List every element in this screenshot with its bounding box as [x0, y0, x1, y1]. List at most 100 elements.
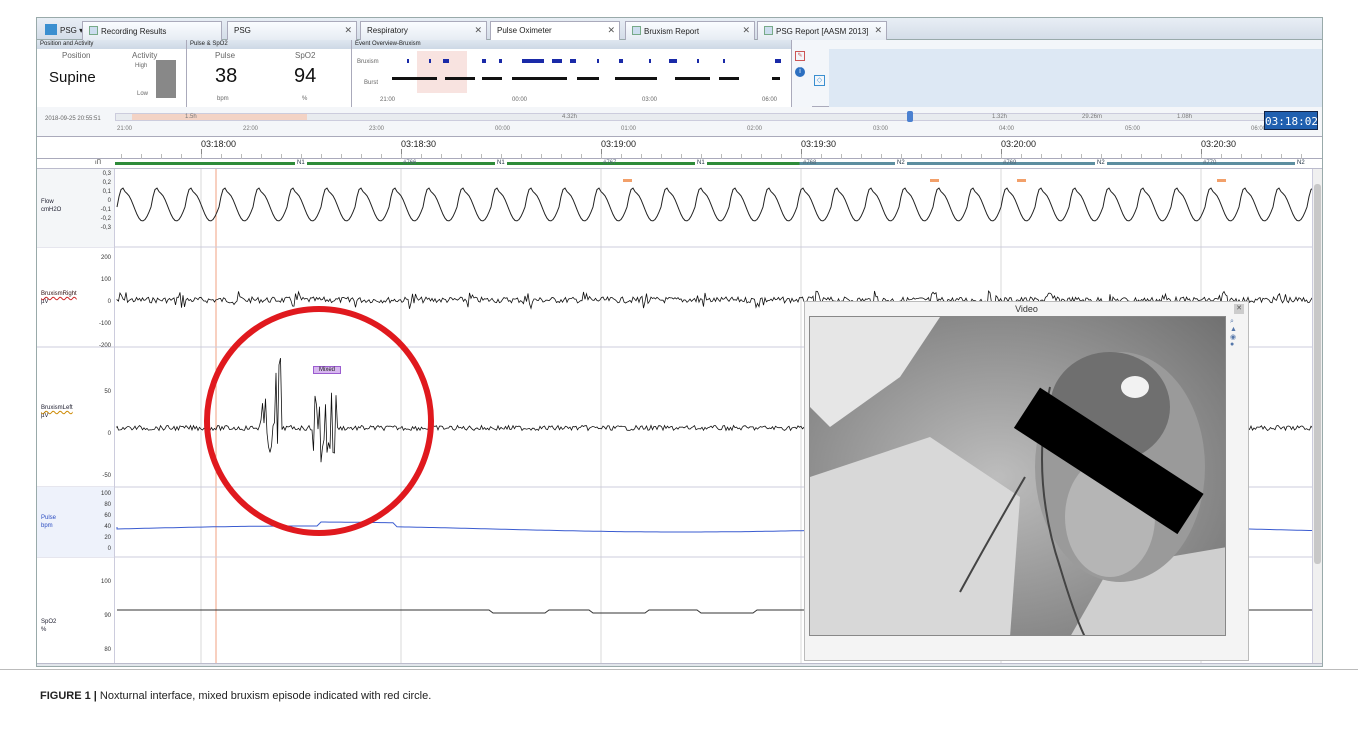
close-icon[interactable]: ✕	[344, 25, 352, 36]
figure-caption: FIGURE 1 | Noxturnal interface, mixed br…	[40, 690, 431, 702]
axis-tick: 0	[107, 431, 111, 437]
timeline-hour: 01:00	[621, 126, 637, 132]
pulse-value: 38	[215, 65, 238, 87]
epoch-label: #768	[803, 160, 817, 166]
axis-tick: 0,1	[102, 189, 111, 195]
tab-bruxism-report[interactable]: Bruxism Report ✕	[625, 21, 755, 40]
hypnogram-strip: ıΠ N1 N1 N1 N2 N2 N2 #766 #767 #768 #769 #770	[37, 159, 1322, 169]
flow-event-marker[interactable]	[930, 179, 939, 182]
bruxleft-name: BruxismLeft	[41, 405, 73, 411]
flow-event-marker[interactable]	[623, 179, 632, 182]
timeline-start: 2018-09-25 20:55:51	[45, 116, 101, 122]
overview-timeline[interactable]: 2018-09-25 20:55:51 21:00 22:00 23:00 00:00…	[37, 107, 1322, 137]
axis-tick: 0	[107, 546, 111, 552]
axis-tick: 100	[100, 491, 111, 497]
tab-psg[interactable]: PSG ✕	[227, 21, 357, 40]
close-icon[interactable]: ✕	[742, 25, 750, 36]
flow-trace	[116, 187, 1314, 222]
activity-label: Activity	[132, 51, 158, 60]
timeline-handle[interactable]	[907, 111, 913, 122]
tab-respiratory[interactable]: Respiratory ✕	[360, 21, 487, 40]
timeline-selection	[132, 114, 307, 120]
spo2-unit: %	[302, 96, 308, 102]
panel-header-position: Position and Activity	[37, 40, 187, 49]
scroll-thumb[interactable]	[1314, 184, 1321, 564]
video-image	[810, 317, 1225, 635]
timeline-hour: 04:00	[999, 126, 1015, 132]
time-label: 03:18:30	[401, 139, 437, 149]
burst-row-label: Burst	[364, 80, 379, 86]
spo2-value: 94	[294, 65, 317, 87]
zoom-in-icon[interactable]: ⌕	[1230, 318, 1244, 326]
spo2-unit-label: %	[41, 627, 47, 633]
event-marks	[392, 59, 781, 80]
video-window[interactable]: Video ✕ ⌕ ▲ ◉ ●	[804, 301, 1249, 661]
info-icon[interactable]: i	[795, 67, 805, 77]
axis-tick: 80	[104, 502, 111, 508]
timeline-zoom: 4.32h	[562, 114, 578, 120]
panel-header-event-overview: Event Overview-Bruxism	[352, 40, 792, 49]
event-label-mixed[interactable]: Mixed	[313, 366, 341, 374]
position-label: Position	[62, 51, 91, 60]
time-label: 03:19:00	[601, 139, 637, 149]
pin-icon[interactable]: ●	[1230, 341, 1244, 348]
axis-tick: 100	[100, 277, 111, 283]
panel-empty-area	[829, 49, 1322, 107]
timeline-zoom: 1.5h	[185, 114, 197, 120]
settings-icon[interactable]: ✎	[795, 51, 805, 61]
close-icon[interactable]: ✕	[607, 25, 615, 36]
pulse-label: Pulse	[215, 51, 236, 60]
channel-bruxism-right[interactable]: BruxismRight µV	[37, 247, 115, 347]
axis-tick: 200	[100, 255, 111, 261]
close-icon[interactable]: ✕	[1234, 304, 1244, 314]
vertical-scrollbar[interactable]	[1312, 169, 1322, 663]
stage-label: N2	[1295, 160, 1307, 166]
axis-tick: 60	[104, 513, 111, 519]
close-icon[interactable]: ✕	[874, 25, 882, 36]
epoch-time-scale: 03:18:00 03:18:30 03:19:00 03:19:30 03:20:00…	[37, 137, 1322, 159]
timeline-hour: 05:00	[1125, 126, 1141, 132]
axis-tick: 20	[104, 535, 111, 541]
tab-psg-report[interactable]: PSG Report [AASM 2013] ✕	[757, 21, 887, 40]
stage-label: N1	[695, 160, 707, 166]
stage-label: N1	[295, 160, 307, 166]
axis-tick: -50	[102, 473, 111, 479]
tab-recording-results[interactable]: Recording Results	[82, 21, 222, 40]
stage-label: N2	[1095, 160, 1107, 166]
tab-pulse-oximeter[interactable]: Pulse Oximeter ✕	[490, 21, 620, 40]
flow-event-marker[interactable]	[1017, 179, 1026, 182]
zoom-out-icon[interactable]: ▲	[1230, 326, 1244, 333]
bottom-statusbar	[37, 663, 1322, 666]
panel-header-pulse: Pulse & SpO2	[187, 40, 352, 49]
caption-separator	[0, 669, 1358, 670]
channel-bruxism-left[interactable]: BruxismLeft µV	[37, 347, 115, 487]
ov-time-2: 03:00	[642, 97, 658, 103]
position-value: Supine	[49, 69, 96, 86]
epoch-label: #769	[1003, 160, 1017, 166]
panel-pulse-spo2: Pulse SpO2 38 94 bpm %	[187, 49, 352, 107]
stage-label: N2	[895, 160, 907, 166]
caption-label: FIGURE 1 |	[40, 690, 97, 702]
camera-icon[interactable]: ◉	[1230, 333, 1244, 341]
axis-tick: -200	[98, 343, 111, 349]
spo2-name: SpO2	[41, 619, 57, 625]
close-icon[interactable]: ✕	[474, 25, 482, 36]
time-label: 03:19:30	[801, 139, 837, 149]
epoch-label: #770	[1203, 160, 1217, 166]
activity-high: High	[135, 63, 148, 69]
bruxleft-unit: µV	[41, 413, 49, 419]
axis-tick: 0,3	[102, 171, 111, 177]
psg-app-button[interactable]: PSG ▾	[41, 21, 87, 37]
video-title: Video	[1015, 304, 1038, 314]
axis-tick: 0	[107, 299, 111, 305]
add-panel-icon[interactable]: ◇	[814, 75, 825, 86]
app-window: PSG ▾ Recording Results PSG ✕ Respiratory…	[36, 17, 1323, 667]
ov-time-1: 00:00	[512, 97, 528, 103]
activity-low: Low	[137, 91, 149, 97]
flow-event-marker[interactable]	[1217, 179, 1226, 182]
home-icon	[89, 26, 98, 35]
activity-bar	[156, 60, 176, 98]
pulse-unit: bpm	[217, 96, 229, 102]
bruxism-row-label: Bruxism	[357, 59, 379, 65]
video-tools: ⌕ ▲ ◉ ●	[1230, 318, 1244, 378]
